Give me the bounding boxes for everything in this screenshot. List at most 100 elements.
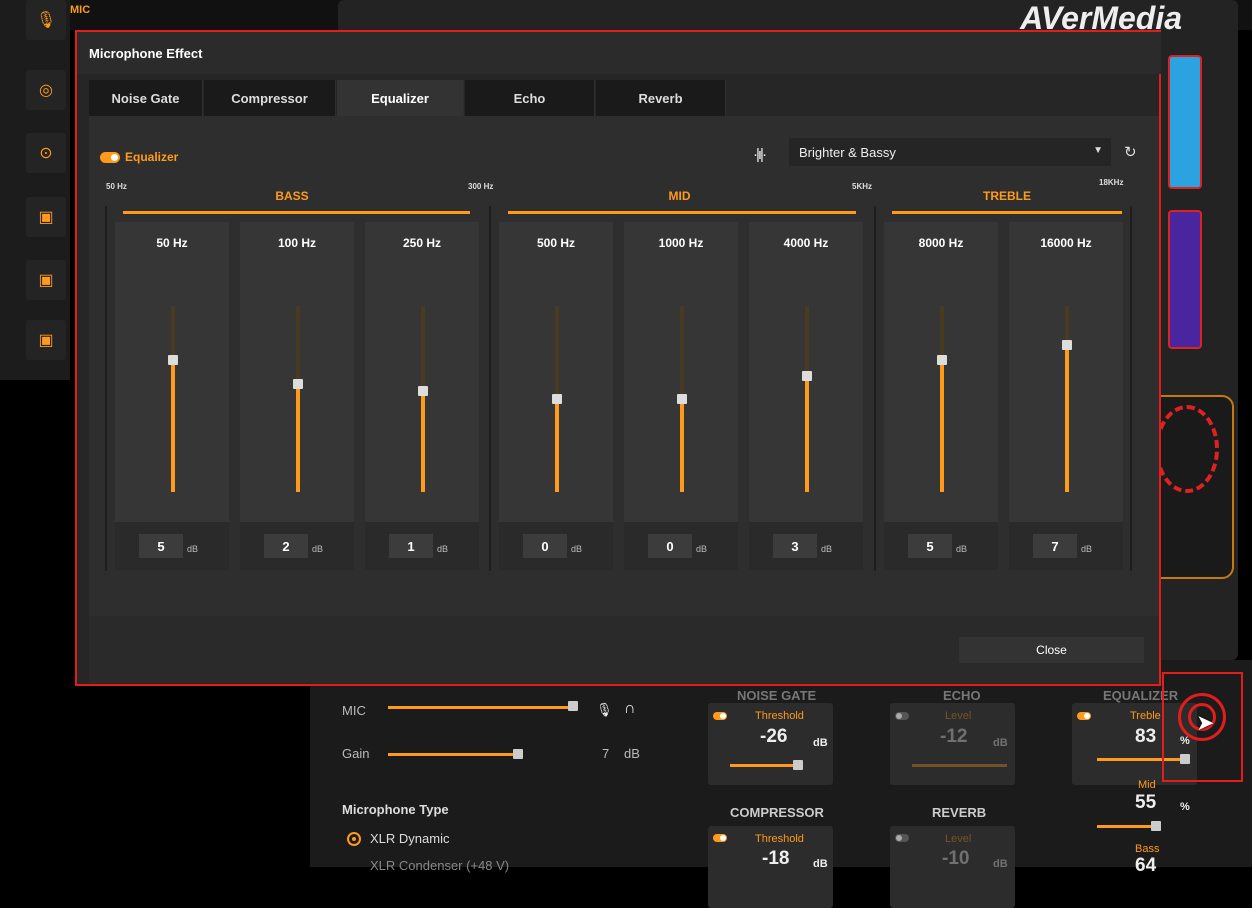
mid-slider[interactable]	[1097, 825, 1155, 828]
speaker-channel-icon[interactable]: ⊙	[26, 133, 66, 173]
volume-knob[interactable]	[1155, 405, 1219, 493]
mic-type-option[interactable]: XLR Dynamic	[370, 831, 449, 846]
eq-slider-fill	[555, 399, 559, 492]
echo-toggle[interactable]	[895, 712, 909, 720]
dialog-titlebar: Microphone Effect	[77, 32, 1161, 74]
mic-type-radio-selected[interactable]	[347, 832, 361, 846]
eq-slider-fill	[1065, 344, 1069, 492]
reverb-toggle[interactable]	[895, 834, 909, 842]
scene-card[interactable]	[1168, 55, 1202, 189]
eq-value-input[interactable]: 2	[264, 534, 308, 558]
mic-type-option[interactable]: XLR Condenser (+48 V)	[370, 858, 509, 873]
gain-slider-thumb[interactable]	[513, 749, 523, 759]
mic-type-title: Microphone Type	[342, 802, 449, 817]
band-divider	[105, 206, 107, 571]
eq-value-input[interactable]: 3	[773, 534, 817, 558]
eq-band-label: 4000 Hz	[783, 236, 829, 250]
eq-slider-thumb[interactable]	[418, 386, 428, 397]
eq-slider-thumb[interactable]	[168, 355, 178, 366]
tab-echo[interactable]: Echo	[465, 80, 595, 116]
eq-slider-fill	[680, 399, 684, 492]
echo-slider[interactable]	[912, 764, 1007, 767]
eq-value-input[interactable]: 5	[139, 534, 183, 558]
tab-reverb[interactable]: Reverb	[596, 80, 726, 116]
eq-value-unit: dB	[821, 544, 833, 554]
echo-value: -12	[940, 726, 968, 747]
monitor-icon[interactable]: ▣	[26, 320, 66, 360]
eq-value-row: 0 dB	[499, 522, 613, 570]
gain-value: 7	[602, 746, 610, 761]
eq-band-label: 50 Hz	[156, 236, 188, 250]
eq-band-column: 100 Hz 2 dB	[240, 222, 354, 570]
eq-band-label: 250 Hz	[402, 236, 442, 250]
headphone-icon[interactable]: ∩	[624, 700, 636, 718]
monitor-icon[interactable]: ▣	[26, 260, 66, 300]
eq-slider-thumb[interactable]	[937, 355, 947, 366]
eq-slider-thumb[interactable]	[1062, 339, 1072, 350]
echo-unit: dB	[993, 737, 1008, 749]
tab-compressor[interactable]: Compressor	[204, 80, 336, 116]
channel-icon[interactable]: ◎	[26, 70, 66, 110]
app-sidebar: 🎙 ◎ ⊙ ▣ ▣ ▣	[0, 0, 70, 380]
close-button[interactable]: Close	[959, 637, 1144, 663]
eq-value-unit: dB	[1081, 544, 1093, 554]
preset-dropdown[interactable]: Brighter & Bassy ▼	[789, 138, 1111, 166]
eq-value-unit: dB	[571, 544, 583, 554]
eq-value-row: 3 dB	[749, 522, 863, 570]
eq-value-input[interactable]: 0	[523, 534, 567, 558]
eq-band-label: 16000 Hz	[1040, 236, 1092, 250]
eq-value-unit: dB	[696, 544, 708, 554]
mid-unit: %	[1180, 801, 1190, 813]
eq-value-input[interactable]: 7	[1033, 534, 1077, 558]
reset-icon[interactable]: ↻	[1124, 143, 1137, 161]
eq-band-column: 4000 Hz 3 dB	[749, 222, 863, 570]
bass-value: 64	[1135, 855, 1157, 876]
eq-slider-thumb[interactable]	[802, 370, 812, 381]
mic-mute-icon[interactable]: 🎙	[596, 702, 613, 718]
eq-slider-thumb[interactable]	[552, 394, 562, 404]
monitor-icon[interactable]: ▣	[26, 197, 66, 237]
mic-channel-label: MIC	[70, 4, 91, 16]
mic-channel-icon[interactable]: 🎙	[26, 0, 66, 40]
eq-band-label: 500 Hz	[536, 236, 576, 250]
eq-value-input[interactable]: 5	[908, 534, 952, 558]
eq-band-column: 500 Hz 0 dB	[499, 222, 613, 570]
gain-slider[interactable]	[388, 753, 518, 756]
eq-value-row: 2 dB	[240, 522, 354, 570]
freq-mark-300hz: 300 Hz	[468, 182, 494, 191]
eq-band-column: 50 Hz 5 dB	[115, 222, 229, 570]
eq-slider-thumb[interactable]	[293, 378, 303, 389]
eq-band-column: 8000 Hz 5 dB	[884, 222, 998, 570]
band-label-treble: TREBLE	[983, 189, 1031, 203]
dialog-footer: Close	[89, 616, 1159, 683]
eq-band-column: 250 Hz 1 dB	[365, 222, 479, 570]
bass-label: Bass	[1135, 843, 1160, 855]
band-divider	[874, 206, 876, 571]
noise-gate-slider[interactable]	[730, 764, 800, 767]
equalizer-toggle[interactable]	[1077, 712, 1091, 720]
mixer-mic-slider-thumb[interactable]	[568, 701, 578, 711]
noise-gate-toggle[interactable]	[713, 712, 727, 720]
treble-label: Treble	[1130, 710, 1161, 722]
eq-value-row: 1 dB	[365, 522, 479, 570]
mixer-mic-label: MIC	[342, 703, 366, 718]
eq-value-unit: dB	[956, 544, 968, 554]
reverb-unit: dB	[993, 858, 1008, 870]
compressor-toggle[interactable]	[713, 834, 727, 842]
band-line-treble	[892, 211, 1122, 214]
equalizer-enable-toggle[interactable]	[100, 152, 120, 163]
reverb-sub: Level	[945, 833, 972, 845]
mixer-mic-slider[interactable]	[388, 706, 574, 709]
eq-value-input[interactable]: 0	[648, 534, 692, 558]
mouse-cursor-icon: ➤	[1196, 710, 1215, 735]
scene-card[interactable]	[1168, 210, 1202, 349]
noise-gate-title: NOISE GATE	[737, 688, 817, 703]
eq-value-input[interactable]: 1	[389, 534, 433, 558]
eq-slider-thumb[interactable]	[677, 394, 687, 404]
eq-value-unit: dB	[312, 544, 324, 554]
tab-equalizer[interactable]: Equalizer	[337, 80, 464, 116]
noise-gate-slider-thumb[interactable]	[793, 760, 803, 770]
tab-noise-gate[interactable]: Noise Gate	[89, 80, 203, 116]
mid-slider-thumb[interactable]	[1151, 821, 1161, 831]
freq-mark-5khz: 5KHz	[852, 182, 873, 191]
